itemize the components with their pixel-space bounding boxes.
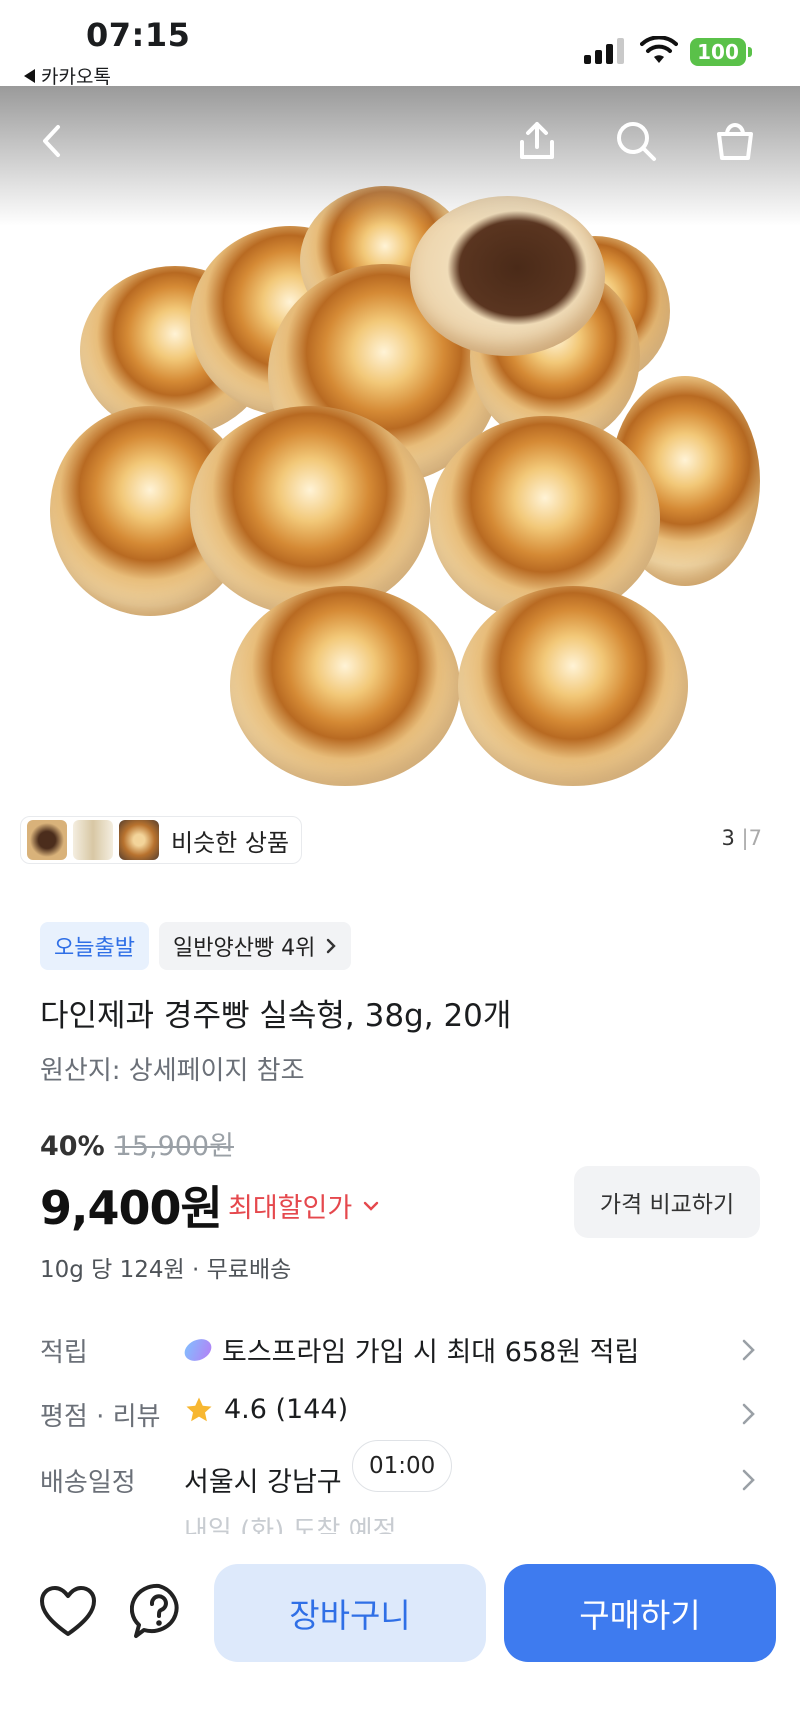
category-rank-badge[interactable]: 일반양산빵 4위: [158, 922, 352, 970]
back-to-app-link[interactable]: 카카오톡: [24, 62, 111, 89]
bottom-action-bar: 장바구니 구매하기: [0, 1534, 800, 1731]
similar-products-button[interactable]: 비슷한 상품: [20, 816, 303, 864]
points-key: 적립: [40, 1338, 88, 1368]
delivery-time-bubble: 01:00: [352, 1440, 453, 1492]
max-discount-label: 최대할인가: [228, 1193, 353, 1224]
image-counter: 3 |7: [721, 826, 762, 850]
similar-products-label: 비슷한 상품: [171, 828, 290, 857]
discount-info: 40% 15,900원: [40, 1124, 234, 1163]
chevron-right-icon: [742, 1403, 755, 1425]
back-triangle-icon: [24, 68, 35, 83]
star-icon: [186, 1397, 212, 1421]
similar-thumb-2: [73, 820, 113, 860]
buy-now-button[interactable]: 구매하기: [504, 1564, 776, 1662]
status-time: 07:15: [86, 16, 191, 54]
product-page: 07:15 카카오톡 100 비슷한 상품 3 |7 오늘출발 일반양산빵 4위…: [0, 0, 800, 1731]
similar-thumb-1: [27, 820, 67, 860]
status-bar: 07:15 카카오톡 100: [0, 0, 800, 89]
cart-icon[interactable]: [710, 116, 760, 166]
sale-price: 9,400원: [40, 1181, 223, 1235]
product-origin: 원산지: 상세페이지 참조: [40, 1056, 305, 1086]
signal-icon: [584, 38, 624, 64]
similar-thumb-3: [119, 820, 159, 860]
today-shipping-badge: 오늘출발: [40, 922, 149, 970]
delivery-row[interactable]: 배송일정 서울시 강남구 01:00 내일 (화) 도착 예정: [40, 1440, 760, 1546]
heart-icon[interactable]: [38, 1584, 98, 1640]
question-icon[interactable]: [130, 1582, 188, 1640]
top-navigation: [0, 86, 800, 196]
delivery-location: 서울시 강남구: [184, 1467, 342, 1498]
original-price: 15,900원: [114, 1131, 234, 1162]
category-rank-label: 일반양산빵 4위: [172, 936, 316, 961]
add-to-cart-button[interactable]: 장바구니: [214, 1564, 486, 1662]
chevron-right-icon: [742, 1469, 755, 1491]
points-value: 토스프라임 가입 시 최대 658원 적립: [222, 1337, 640, 1368]
unit-price-shipping: 10g 당 124원 · 무료배송: [40, 1257, 292, 1283]
battery-icon: 100: [690, 38, 752, 66]
toss-prime-icon: [181, 1334, 215, 1365]
share-icon[interactable]: [512, 116, 562, 166]
discount-percent: 40%: [40, 1131, 105, 1162]
back-icon[interactable]: [28, 116, 78, 166]
max-discount-toggle[interactable]: 최대할인가: [228, 1186, 380, 1225]
delivery-key: 배송일정: [40, 1468, 136, 1498]
chevron-right-icon: [742, 1339, 755, 1361]
rating-row[interactable]: 평점 · 리뷰 4.6 (144): [40, 1386, 760, 1442]
wifi-icon: [640, 36, 678, 63]
product-title: 다인제과 경주빵 실속형, 38g, 20개: [40, 998, 512, 1034]
chevron-down-icon: [364, 1201, 379, 1211]
product-badges: 오늘출발 일반양산빵 4위: [40, 922, 352, 970]
back-app-label: 카카오톡: [41, 66, 111, 88]
search-icon[interactable]: [611, 116, 661, 166]
points-row[interactable]: 적립 토스프라임 가입 시 최대 658원 적립: [40, 1322, 760, 1378]
chevron-right-icon: [327, 938, 337, 954]
price-compare-button[interactable]: 가격 비교하기: [574, 1166, 760, 1238]
rating-key: 평점 · 리뷰: [40, 1402, 161, 1432]
rating-value: 4.6 (144): [224, 1394, 349, 1425]
